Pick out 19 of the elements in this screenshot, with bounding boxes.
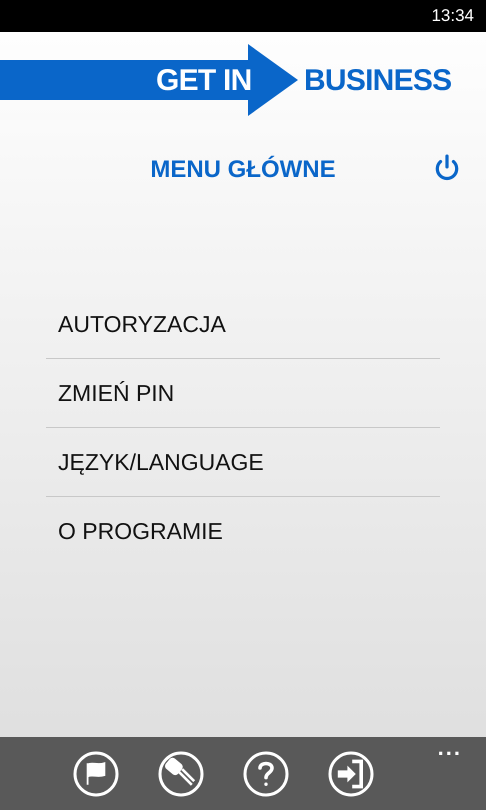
logo-text: GET IN — [156, 62, 252, 98]
power-icon — [434, 154, 460, 182]
more-button[interactable]: ... — [438, 737, 462, 759]
flag-icon — [72, 750, 120, 798]
power-button[interactable] — [434, 154, 460, 182]
key-icon — [156, 750, 204, 798]
menu-item[interactable]: AUTORYZACJA — [46, 290, 238, 358]
logo-text: BUSINESS — [304, 62, 452, 98]
clock: 13:34 — [431, 5, 474, 28]
help-icon — [242, 750, 290, 798]
help-icon-button[interactable] — [242, 750, 290, 798]
menu-item[interactable]: JĘZYK/LANGUAGE — [46, 428, 276, 496]
menu-item[interactable]: ZMIEŃ PIN — [46, 359, 186, 427]
menu-item[interactable]: O PROGRAMIE — [46, 497, 235, 565]
flag-icon-button[interactable] — [72, 750, 120, 798]
exit-icon-button[interactable] — [326, 750, 374, 798]
exit-icon — [326, 750, 374, 798]
page-title: MENU GŁÓWNE — [150, 154, 336, 185]
key-icon-button[interactable] — [156, 750, 204, 798]
